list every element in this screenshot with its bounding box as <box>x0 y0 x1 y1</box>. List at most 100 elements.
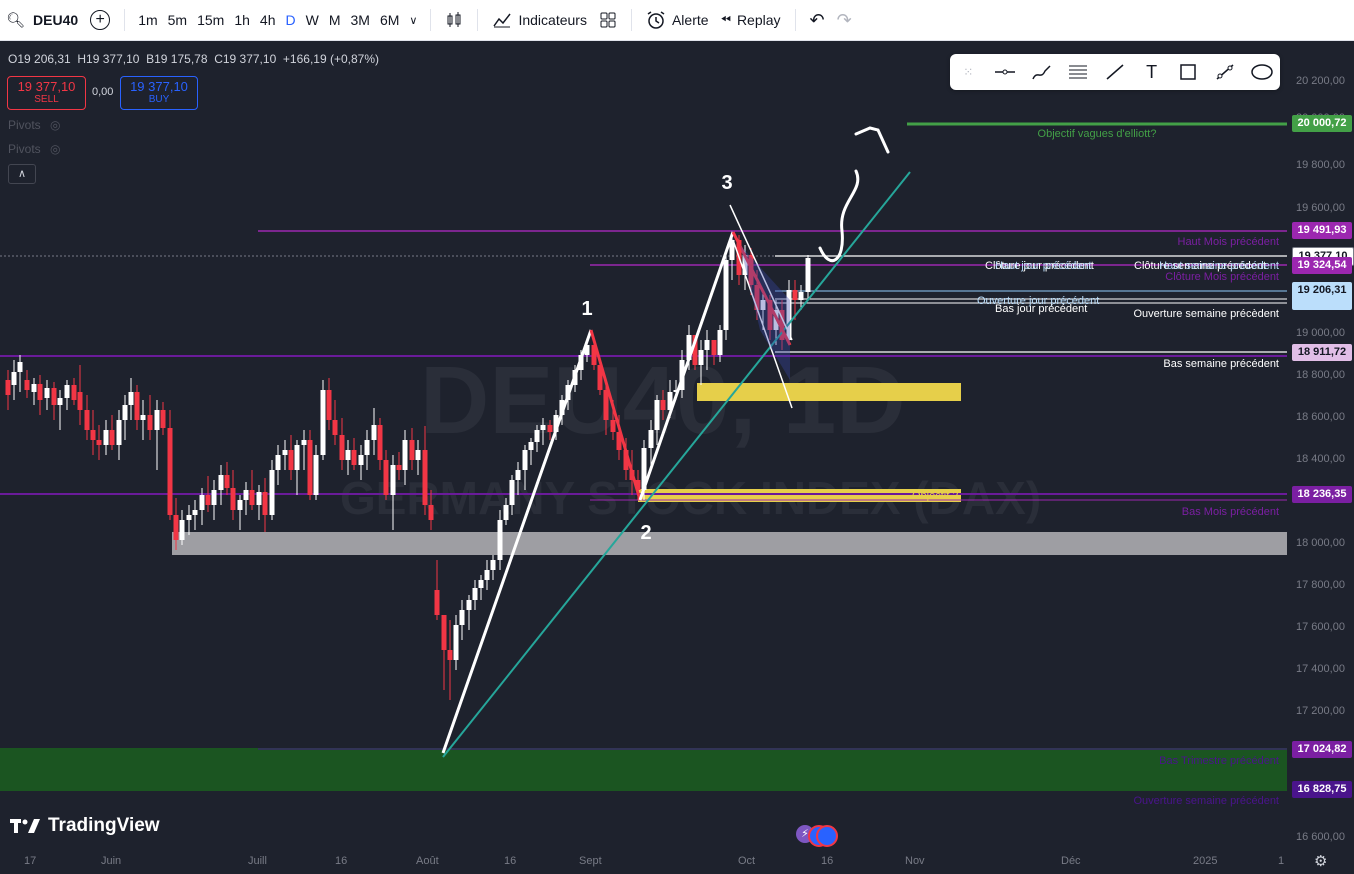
price-tick: 19 000,00 <box>1296 327 1345 339</box>
chevron-down-icon[interactable]: ∨ <box>404 14 422 27</box>
time-tick: 16 <box>335 855 348 867</box>
price-axis[interactable]: 20 200,00 20 000,00 19 800,00 19 600,00 … <box>1290 41 1354 849</box>
drag-handle-icon[interactable]: ⁙ <box>954 58 982 86</box>
candle-body <box>116 420 122 445</box>
chart-pane[interactable]: DEU40, 1D GERMANY STOCK INDEX (DAX) 123O… <box>0 41 1290 849</box>
interval-15m[interactable]: 15m <box>192 12 229 28</box>
interval-4h[interactable]: 4h <box>255 12 281 28</box>
horizontal-line-tool-icon[interactable] <box>991 58 1019 86</box>
spread-value: 0,00 <box>92 86 114 98</box>
brush-tool-icon[interactable] <box>1028 58 1056 86</box>
sell-button[interactable]: 19 377,10 SELL <box>7 76 86 110</box>
time-axis[interactable]: 17 Juin Juill 16 Août 16 Sept Oct 16 Nov… <box>0 849 1354 874</box>
text-tool-icon[interactable]: T <box>1138 58 1166 86</box>
wave-label-3: 3 <box>721 172 732 194</box>
candle-body <box>269 470 275 515</box>
chart-type-button[interactable] <box>439 0 469 40</box>
candle-body <box>798 292 804 300</box>
pivots-label: Pivots <box>8 142 41 156</box>
interval-d[interactable]: D <box>280 12 300 28</box>
trend-line-tool-icon[interactable] <box>1101 58 1129 86</box>
candle-body <box>603 390 609 420</box>
label-bas-jour: Bas jour précédent <box>995 303 1087 315</box>
candle-body <box>390 465 396 495</box>
candle-body <box>282 450 288 455</box>
candle-body <box>660 400 666 410</box>
candle-body <box>434 590 440 615</box>
fib-tool-icon[interactable] <box>1064 58 1092 86</box>
candle-body <box>332 420 338 435</box>
ohlc-legend: O19 206,31 H19 377,10 B19 175,78 C19 377… <box>8 52 379 66</box>
price-tag-bas-trimestre: 17 024,82 <box>1292 741 1352 758</box>
candle-body <box>230 488 236 510</box>
candle-body <box>409 440 415 460</box>
interval-w[interactable]: W <box>301 12 324 28</box>
divider <box>794 9 796 31</box>
redo-button[interactable]: ↷ <box>831 0 858 40</box>
ellipse-tool-icon[interactable] <box>1248 58 1276 86</box>
candle-body <box>37 384 43 400</box>
buy-price: 19 377,10 <box>130 79 188 94</box>
layouts-button[interactable] <box>593 0 623 40</box>
ray-tool-icon[interactable] <box>1211 58 1239 86</box>
pivots-indicator-1[interactable]: Pivots ◎ <box>8 118 61 132</box>
candle-body <box>64 385 70 398</box>
divider <box>430 9 432 31</box>
candle-body <box>192 510 198 515</box>
events-badges[interactable]: ⚡︎ <box>796 825 838 847</box>
interval-m[interactable]: M <box>324 12 346 28</box>
candle-body <box>294 445 300 470</box>
interval-3m[interactable]: 3M <box>346 12 375 28</box>
candle-body <box>466 600 472 610</box>
price-tick: 18 600,00 <box>1296 411 1345 423</box>
eye-off-icon[interactable]: ◎ <box>50 142 60 156</box>
collapse-legend-button[interactable]: ∧ <box>8 164 36 184</box>
wave-label-2: 2 <box>640 522 651 544</box>
replay-button[interactable]: ⏪︎ Replay <box>715 0 787 40</box>
candle-body <box>447 650 453 660</box>
price-tick: 18 800,00 <box>1296 369 1345 381</box>
interval-1m[interactable]: 1m <box>133 12 162 28</box>
label-haut-jour: Haut jour précédent <box>995 260 1092 272</box>
candle-body <box>358 455 364 465</box>
time-tick: Juin <box>101 855 122 867</box>
candle-body <box>711 340 717 355</box>
interval-5m[interactable]: 5m <box>163 12 192 28</box>
buy-button[interactable]: 19 377,10 BUY <box>120 76 198 110</box>
price-tick: 17 400,00 <box>1296 663 1345 675</box>
candle-body <box>490 560 496 570</box>
time-tick: 16 <box>504 855 517 867</box>
time-tick: 2025 <box>1193 855 1218 867</box>
candle-body <box>472 588 478 600</box>
indicators-button[interactable]: Indicateurs <box>486 0 592 40</box>
alert-button[interactable]: Alerte <box>640 0 715 40</box>
indicators-icon <box>493 13 512 28</box>
pivots-indicator-2[interactable]: Pivots ◎ <box>8 142 61 156</box>
candle-body <box>459 610 465 625</box>
candle-body <box>704 340 710 350</box>
symbol-search[interactable]: 🔍︎ DEU40 <box>0 0 84 40</box>
candle-body <box>654 400 660 430</box>
interval-1h[interactable]: 1h <box>229 12 255 28</box>
tradingview-logo-text: TradingView <box>48 815 160 836</box>
candle-body <box>534 430 540 442</box>
candle-body <box>453 625 459 660</box>
candle-body <box>515 470 521 480</box>
compare-button[interactable]: + <box>84 0 116 40</box>
divider <box>124 9 126 31</box>
candle-body <box>24 380 30 390</box>
rectangle-tool-icon[interactable] <box>1174 58 1202 86</box>
undo-button[interactable]: ↶ <box>804 0 831 40</box>
ohlc-high: H19 377,10 <box>77 52 140 66</box>
candle-body <box>522 450 528 470</box>
candle-body <box>698 350 704 365</box>
eye-off-icon[interactable]: ◎ <box>50 118 60 132</box>
interval-6m[interactable]: 6M <box>375 12 404 28</box>
wave-label-1: 1 <box>581 298 592 320</box>
candle-body <box>648 430 654 448</box>
candle-body <box>224 475 230 488</box>
candle-body <box>51 388 57 405</box>
settings-gear-icon[interactable]: ⚙ <box>1314 852 1327 870</box>
candle-body <box>256 492 262 505</box>
candle-body <box>5 380 11 395</box>
